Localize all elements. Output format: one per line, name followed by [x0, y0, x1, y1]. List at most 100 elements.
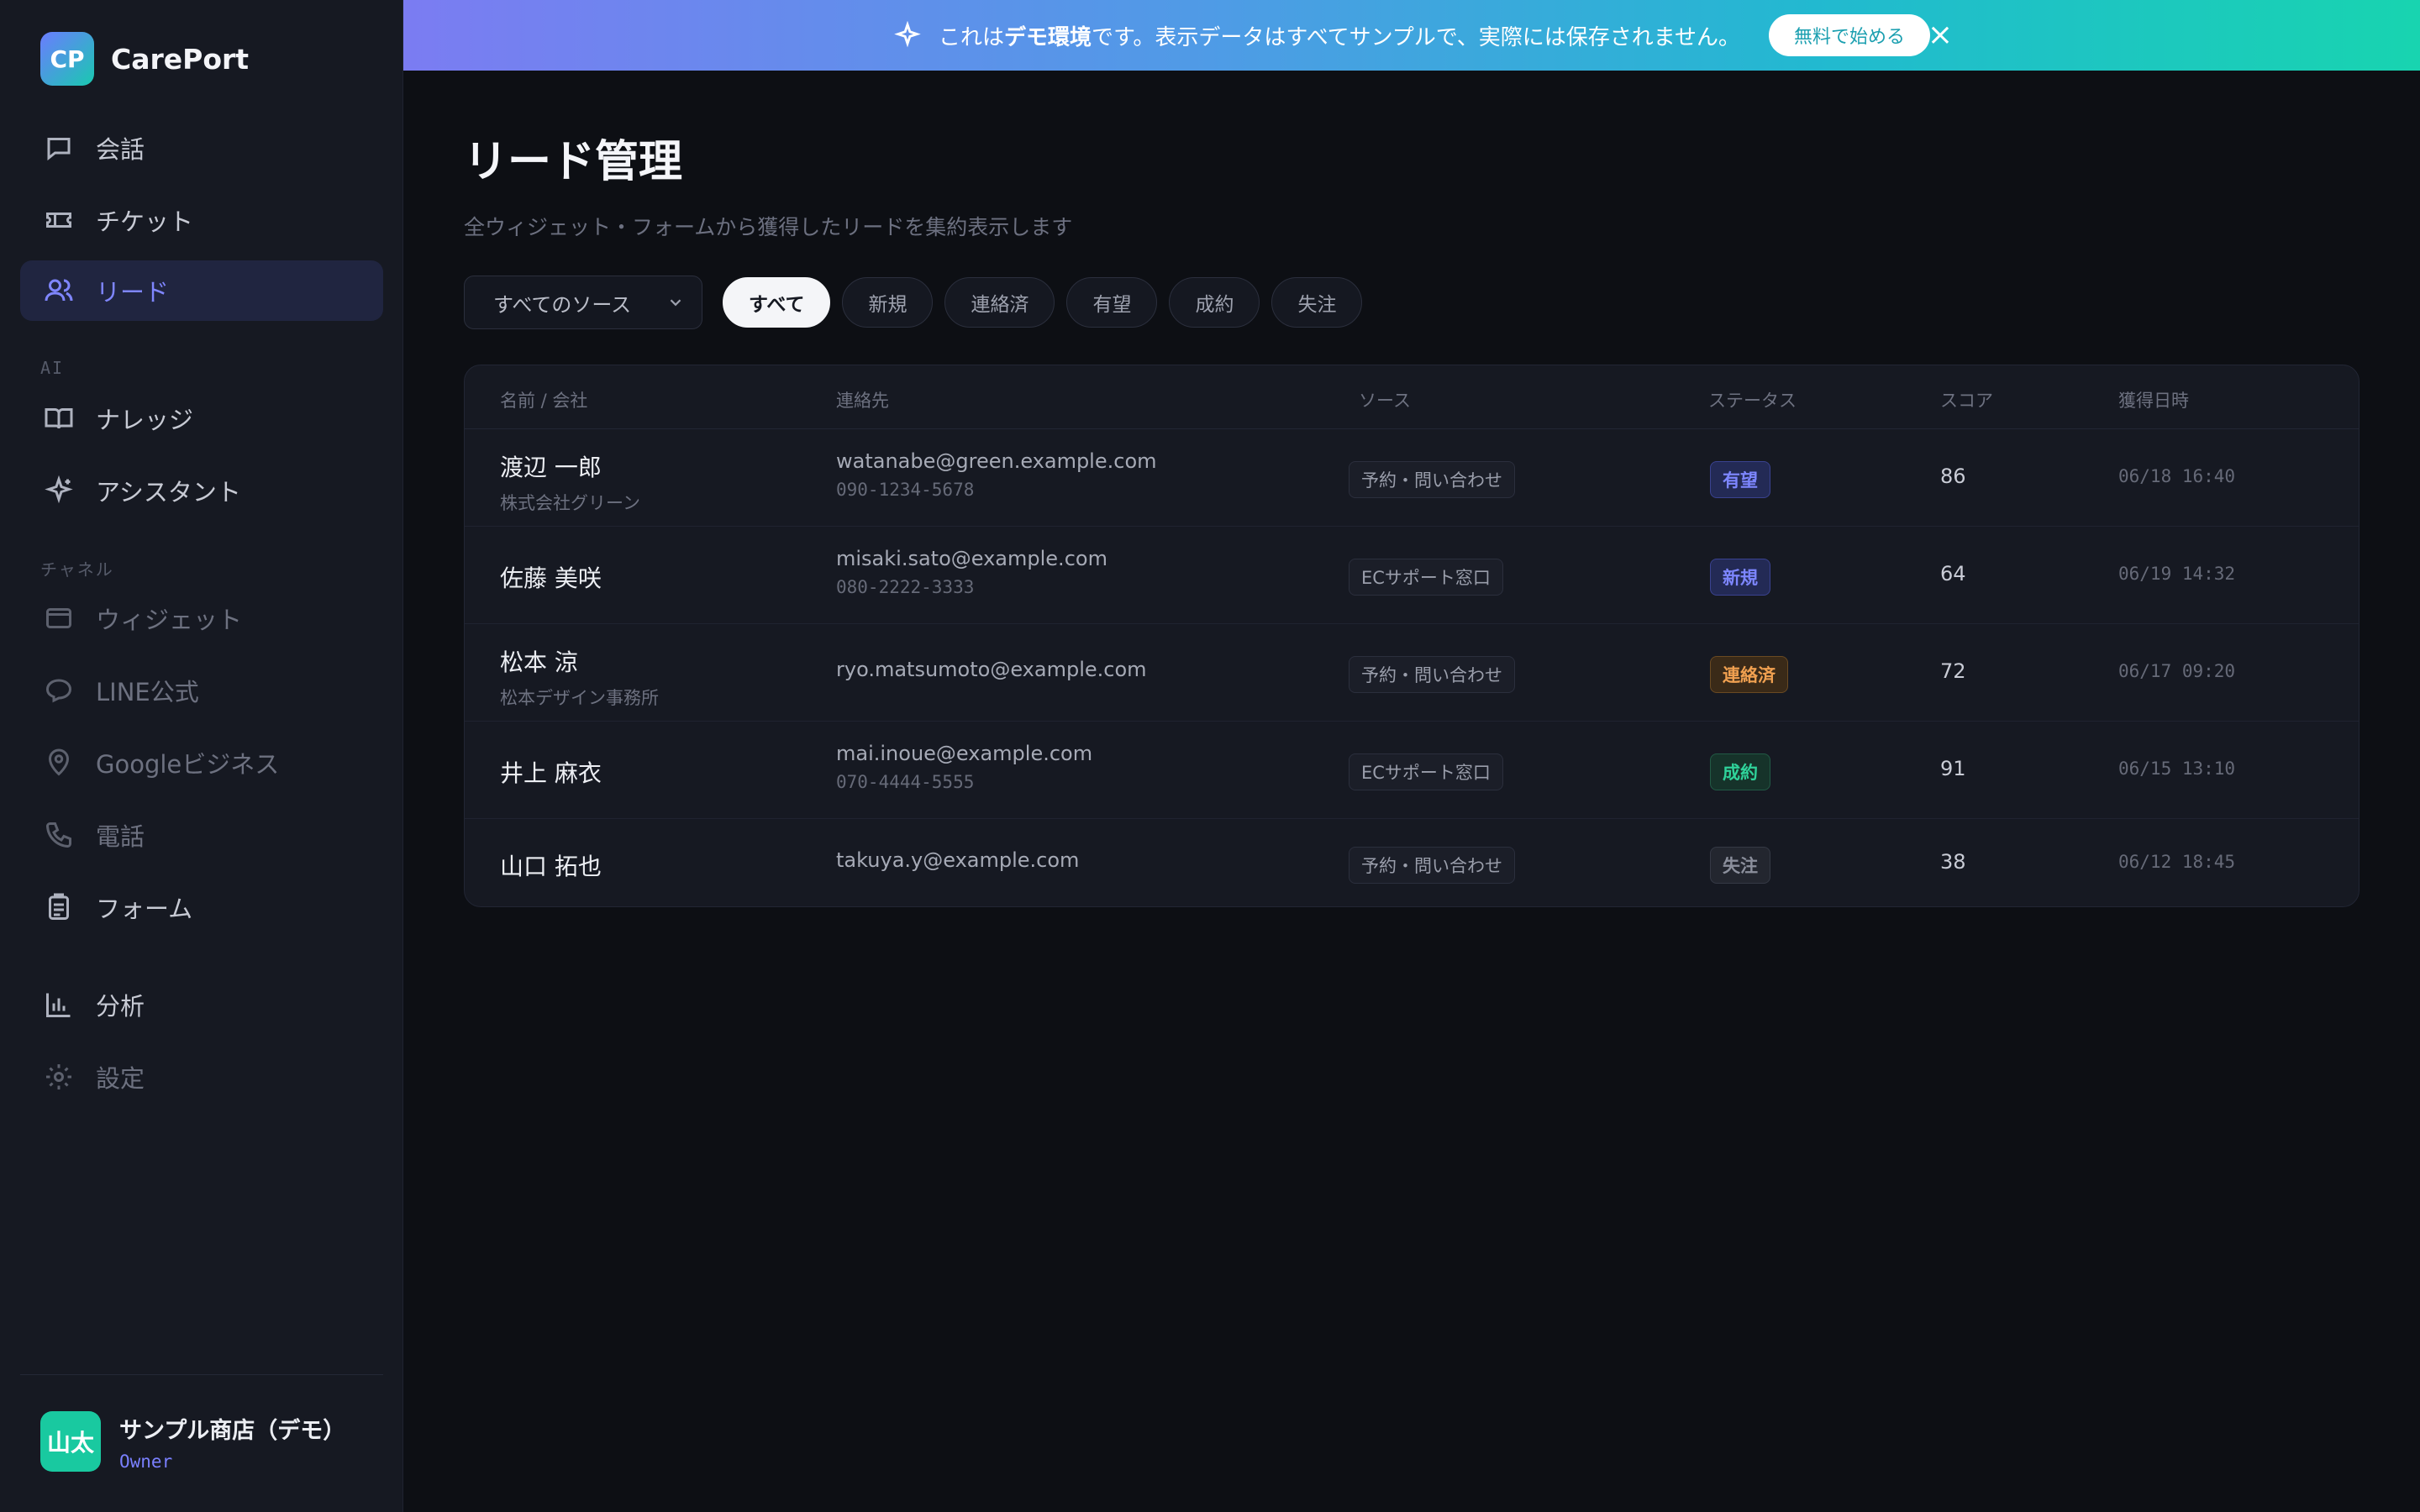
- nav-section-ai: AI: [40, 358, 65, 378]
- book-icon: [45, 408, 73, 429]
- lead-score: 72: [1940, 659, 1966, 683]
- sidebar-item-line[interactable]: LINE公式: [20, 660, 383, 721]
- sidebar-item-leads[interactable]: リード: [20, 260, 383, 321]
- page-title: リード管理: [464, 137, 683, 187]
- lead-score: 86: [1940, 465, 1966, 488]
- start-free-button[interactable]: 無料で始める: [1768, 14, 1930, 56]
- lead-name: 渡辺 一郎: [500, 454, 602, 481]
- sidebar-item-form[interactable]: フォーム: [20, 877, 383, 937]
- lead-email[interactable]: watanabe@green.example.com: [836, 449, 1157, 473]
- lead-source-cell: 予約・問い合わせ: [1349, 656, 1515, 693]
- user-role: Owner: [119, 1451, 173, 1472]
- lead-name-cell: 佐藤 美咲: [500, 560, 602, 594]
- brand[interactable]: CP CarePort: [40, 32, 249, 86]
- status-badge[interactable]: 失注: [1710, 847, 1770, 884]
- sidebar-item-label: 会話: [96, 135, 145, 164]
- sidebar-item-label: 設定: [96, 1064, 145, 1093]
- clipboard-icon: [49, 893, 69, 920]
- sidebar-item-assistant[interactable]: アシスタント: [20, 460, 383, 521]
- map-pin-icon: [48, 748, 70, 776]
- column-header-score[interactable]: スコア: [1940, 387, 1993, 412]
- lead-name: 佐藤 美咲: [500, 564, 602, 592]
- sidebar-item-knowledge[interactable]: ナレッジ: [20, 388, 383, 449]
- table-row[interactable]: 井上 麻衣 mai.inoue@example.com 070-4444-5555 E…: [465, 722, 2359, 819]
- close-icon[interactable]: ×: [1928, 18, 1953, 52]
- sidebar-item-google-business[interactable]: Googleビジネス: [20, 732, 383, 793]
- filter-chip-promising[interactable]: 有望: [1066, 277, 1158, 328]
- column-header-contact[interactable]: 連絡先: [836, 387, 889, 412]
- lead-phone: 080-2222-3333: [836, 577, 975, 597]
- sidebar-item-widget[interactable]: ウィジェット: [20, 588, 383, 648]
- lead-score: 38: [1940, 850, 1966, 874]
- lead-email[interactable]: takuya.y@example.com: [836, 848, 1079, 872]
- column-header-date[interactable]: 獲得日時: [2118, 387, 2189, 412]
- sidebar-item-settings[interactable]: 設定: [20, 1047, 383, 1107]
- lead-date: 06/15 13:10: [2118, 759, 2236, 779]
- user-profile[interactable]: 山太 サンプル商店（デモ） Owner: [40, 1411, 345, 1472]
- lead-phone: 090-1234-5678: [836, 480, 975, 500]
- source-tag: 予約・問い合わせ: [1349, 847, 1515, 884]
- lead-source-cell: ECサポート窓口: [1349, 753, 1503, 790]
- phone-icon: [45, 822, 71, 848]
- sidebar-item-label: リード: [96, 278, 170, 307]
- filter-bar: すべてのソース すべて 新規 連絡済 有望 成約 失注: [464, 276, 1363, 329]
- lead-score: 64: [1940, 562, 1966, 585]
- lead-source-cell: 予約・問い合わせ: [1349, 847, 1515, 884]
- sidebar-item-label: フォーム: [96, 895, 193, 923]
- source-select[interactable]: すべてのソース: [464, 276, 702, 329]
- lead-email[interactable]: ryo.matsumoto@example.com: [836, 658, 1147, 681]
- sidebar-item-analytics[interactable]: 分析: [20, 974, 383, 1035]
- column-header-source[interactable]: ソース: [1359, 387, 1411, 412]
- lead-status-cell: 新規: [1710, 559, 1770, 596]
- brand-name: CarePort: [111, 42, 250, 76]
- sidebar-item-conversations[interactable]: 会話: [20, 118, 383, 178]
- status-badge[interactable]: 連絡済: [1710, 656, 1788, 693]
- sidebar-item-tickets[interactable]: チケット: [20, 190, 383, 250]
- source-tag: ECサポート窓口: [1349, 753, 1503, 790]
- lead-name-cell: 松本 涼松本デザイン事務所: [500, 644, 659, 710]
- page-header: リード管理 全ウィジェット・フォームから獲得したリードを集約表示します: [464, 126, 1072, 241]
- lead-phone: 070-4444-5555: [836, 772, 975, 792]
- brand-logo: CP: [40, 32, 94, 86]
- lead-date: 06/19 14:32: [2118, 564, 2236, 584]
- user-name: サンプル商店（デモ）: [119, 1417, 346, 1444]
- filter-chip-new[interactable]: 新規: [842, 277, 934, 328]
- line-icon: [45, 679, 72, 703]
- users-icon: [45, 279, 73, 302]
- chart-icon: [46, 993, 71, 1017]
- chevron-down-icon: [670, 299, 681, 307]
- sparkle-icon: [894, 21, 921, 48]
- table-row[interactable]: 松本 涼松本デザイン事務所 ryo.matsumoto@example.com 予約…: [465, 624, 2359, 722]
- banner-message: これはデモ環境です。表示データはすべてサンプルで、実際には保存されません。: [939, 24, 1740, 50]
- lead-name-cell: 渡辺 一郎 株式会社グリーン: [500, 449, 640, 515]
- table-row[interactable]: 山口 拓也 takuya.y@example.com 予約・問い合わせ 失注 38 06/…: [465, 819, 2359, 906]
- sparkle-icon: [45, 475, 73, 504]
- lead-status-cell: 失注: [1710, 847, 1770, 884]
- sidebar-item-label: ナレッジ: [96, 406, 194, 434]
- lead-date: 06/12 18:45: [2118, 852, 2236, 872]
- column-header-name[interactable]: 名前 / 会社: [500, 387, 587, 412]
- filter-chip-contacted[interactable]: 連絡済: [944, 277, 1055, 328]
- filter-chip-lost[interactable]: 失注: [1271, 277, 1363, 328]
- sidebar-item-label: LINE公式: [96, 678, 199, 706]
- status-badge[interactable]: 新規: [1710, 559, 1770, 596]
- sidebar-item-label: 分析: [96, 992, 145, 1021]
- lead-score: 91: [1940, 757, 1966, 780]
- sidebar-item-label: ウィジェット: [96, 606, 243, 634]
- table-row[interactable]: 佐藤 美咲 misaki.sato@example.com 080-2222-333…: [465, 527, 2359, 624]
- ticket-icon: [46, 213, 71, 228]
- widget-icon: [46, 608, 71, 628]
- leads-table: 名前 / 会社 連絡先 ソース ステータス スコア 獲得日時 渡辺 一郎 株式会社…: [464, 365, 2360, 907]
- lead-email[interactable]: mai.inoue@example.com: [836, 742, 1092, 765]
- column-header-status[interactable]: ステータス: [1708, 387, 1797, 412]
- status-badge[interactable]: 有望: [1710, 461, 1770, 498]
- filter-chip-won[interactable]: 成約: [1169, 277, 1260, 328]
- lead-source-cell: ECサポート窓口: [1349, 559, 1503, 596]
- sidebar: CP CarePort 会話 チケット リード AI ナレッジ アシスタント チ…: [0, 0, 403, 1512]
- status-badge[interactable]: 成約: [1710, 753, 1770, 790]
- sidebar-item-phone[interactable]: 電話: [20, 805, 383, 865]
- lead-contact-cell: mai.inoue@example.com 070-4444-5555: [836, 742, 1092, 792]
- lead-email[interactable]: misaki.sato@example.com: [836, 547, 1107, 570]
- table-row[interactable]: 渡辺 一郎 株式会社グリーン watanabe@green.example.com 0…: [465, 429, 2359, 527]
- filter-chip-all[interactable]: すべて: [723, 277, 831, 328]
